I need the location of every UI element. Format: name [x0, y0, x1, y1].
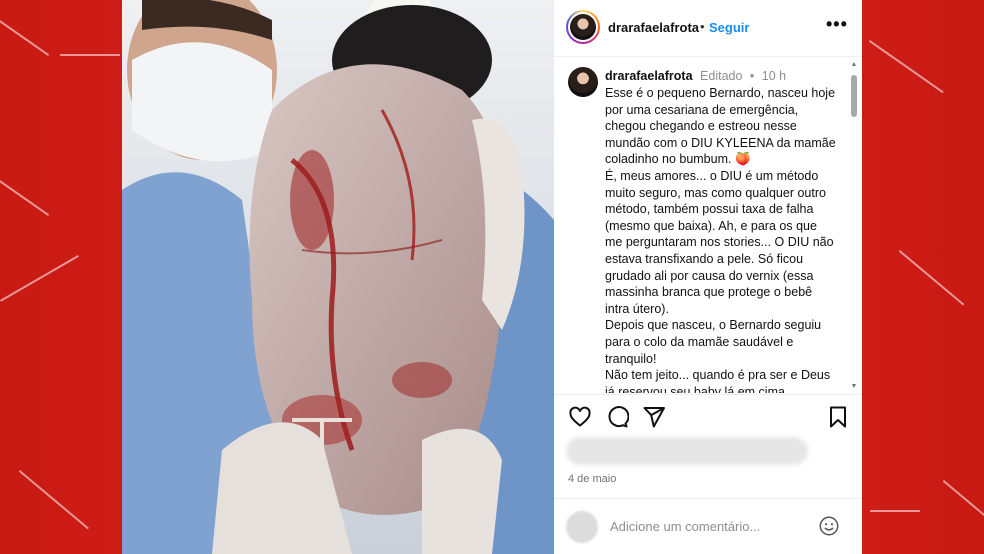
frame-decoration-line: [0, 180, 50, 217]
frame-decoration-line: [0, 255, 79, 302]
edited-label: Editado: [700, 69, 743, 83]
bookmark-icon[interactable]: [826, 405, 850, 429]
comment-bar: Adicione um comentário...: [554, 498, 862, 554]
instagram-post-panel: drarafaelafrota • Seguir ••• drarafaelaf…: [554, 0, 862, 554]
caption-text: Esse é o pequeno Bernardo, nasceu hoje p…: [605, 86, 836, 393]
scroll-down-icon[interactable]: ▼: [850, 383, 858, 391]
viewer-avatar: [566, 511, 598, 543]
frame-decoration-line: [0, 20, 50, 57]
frame-decoration-line: [898, 250, 965, 306]
avatar: [568, 12, 598, 42]
post-time: 10 h: [761, 69, 787, 83]
post-photo[interactable]: [122, 0, 554, 554]
frame-decoration-line: [868, 40, 944, 94]
post-header: drarafaelafrota • Seguir •••: [554, 0, 862, 57]
caption-area: drarafaelafrota Editado • 10 h Esse é o …: [554, 57, 862, 393]
post-date: 4 de maio: [568, 473, 617, 485]
avatar-photo: [570, 14, 596, 40]
separator-dot: •: [749, 69, 755, 83]
frame-decoration-line: [18, 470, 89, 530]
more-options-icon[interactable]: •••: [826, 14, 850, 38]
caption-avatar[interactable]: [568, 67, 598, 97]
scroll-up-icon[interactable]: ▲: [850, 61, 858, 69]
comment-input[interactable]: Adicione um comentário...: [610, 519, 760, 534]
frame-decoration-line: [942, 480, 984, 521]
caption-username[interactable]: drarafaelafrota: [605, 69, 693, 83]
emoji-icon[interactable]: [818, 515, 840, 537]
separator-dot: •: [700, 19, 705, 34]
caption-scrollbar[interactable]: ▲ ▼: [850, 61, 858, 391]
likes-count-blurred: [566, 437, 808, 465]
scroll-thumb[interactable]: [851, 75, 857, 117]
username-link[interactable]: drarafaelafrota: [608, 20, 699, 35]
share-icon[interactable]: [642, 405, 666, 429]
heart-icon[interactable]: [568, 405, 592, 429]
follow-button[interactable]: Seguir: [709, 20, 749, 35]
photo-illustration: [122, 0, 554, 554]
post-actions: [554, 394, 862, 435]
frame-decoration-line: [60, 54, 120, 56]
story-ring[interactable]: [566, 10, 600, 44]
comment-icon[interactable]: [605, 405, 629, 429]
frame-decoration-line: [870, 510, 920, 512]
caption-header: drarafaelafrota Editado • 10 h: [605, 69, 786, 83]
